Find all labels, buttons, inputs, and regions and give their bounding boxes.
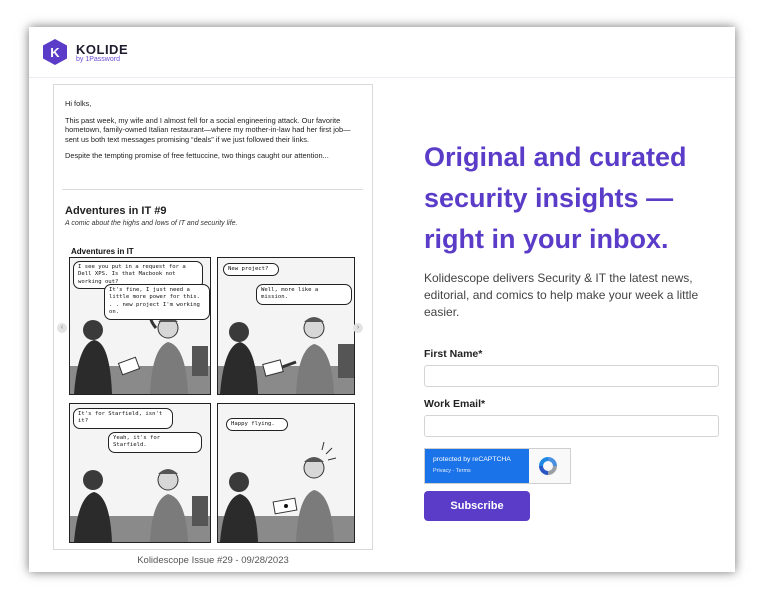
first-name-label: First Name* [424,348,483,360]
chevron-right-icon[interactable]: › [353,323,363,333]
comic-panel: New project? Well, more like a mission. [217,257,355,395]
speech-bubble: It's for Starfield, isn't it? [73,408,173,429]
speech-bubble: It's fine, I just need a little more pow… [104,284,210,320]
subscribe-button[interactable]: Subscribe [424,491,530,521]
recaptcha-panel: protected by reCAPTCHA Privacy - Terms [425,449,529,483]
recaptcha-links[interactable]: Privacy - Terms [433,468,471,474]
comic-art [218,317,354,394]
recaptcha-widget[interactable]: protected by reCAPTCHA Privacy - Terms [424,448,571,484]
page-description: Kolidescope delivers Security & IT the l… [424,271,699,319]
issue-caption: Kolidescope Issue #29 - 09/28/2023 [137,555,289,566]
newsletter-preview: Hi folks, This past week, my wife and I … [53,84,373,550]
email-paragraph: This past week, my wife and I almost fel… [65,115,351,144]
email-paragraph: Despite the tempting promise of free fet… [65,151,329,161]
comic-panel: I see you put in a request for a Dell XP… [69,257,211,395]
email-body: Hi folks, This past week, my wife and I … [65,99,363,168]
brand-subtitle: by 1Password [76,56,120,63]
speech-bubble: Happy flying. [226,418,288,432]
recaptcha-icon [539,457,557,475]
recaptcha-text: protected by reCAPTCHA [433,456,511,463]
page-headline: Original and curated security insights —… [424,142,687,254]
comic-label: Adventures in IT [71,247,134,256]
comic-panel: It's for Starfield, isn't it? Yeah, it's… [69,403,211,543]
work-email-label: Work Email* [424,398,486,410]
speech-bubble: New project? [223,263,279,277]
work-email-field[interactable] [424,415,719,437]
kolide-logo-icon[interactable]: K [41,38,69,66]
comic-subtitle: A comic about the highs and lows of IT a… [65,220,238,227]
header: K KOLIDE by 1Password [29,27,735,78]
chevron-left-icon[interactable]: ‹ [57,323,67,333]
comic-panel: Happy flying. [217,403,355,543]
speech-bubble: Yeah, it's for Starfield. [108,432,202,453]
comic-title: Adventures in IT #9 [65,205,167,217]
signup-page: K KOLIDE by 1Password Hi folks, This pas… [29,27,735,572]
logo-letter: K [50,45,60,60]
email-greeting: Hi folks, [65,99,92,108]
speech-bubble: Well, more like a mission. [256,284,352,305]
divider [62,189,363,190]
first-name-field[interactable] [424,365,719,387]
brand-name: KOLIDE [76,42,129,57]
